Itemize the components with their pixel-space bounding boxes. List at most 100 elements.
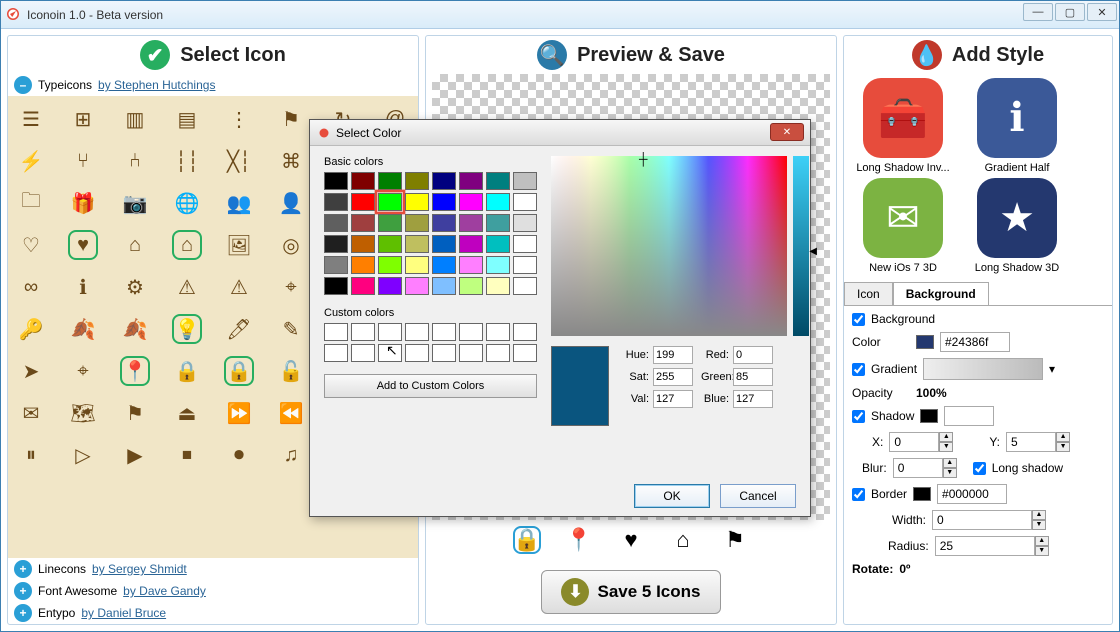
icon-cell[interactable]: ⏺ (224, 440, 254, 470)
spin-up[interactable]: ▲ (1035, 536, 1049, 546)
icon-cell[interactable]: ℹ (68, 272, 98, 302)
preview-icon[interactable]: 🔒 (513, 526, 541, 554)
icon-cell[interactable]: ⌖ (276, 272, 306, 302)
blue-input[interactable] (733, 390, 773, 408)
border-color-swatch[interactable] (913, 487, 931, 501)
icon-cell[interactable]: ⋮ (224, 104, 254, 134)
basic-color-swatch[interactable] (486, 277, 510, 295)
spin-down[interactable]: ▼ (1032, 520, 1046, 530)
tab-icon[interactable]: Icon (844, 282, 893, 305)
icon-cell[interactable]: ♥ (68, 230, 98, 260)
custom-color-swatch[interactable] (405, 323, 429, 341)
style-preset[interactable]: ★Long Shadow 3D (962, 178, 1072, 274)
preview-icon[interactable]: ⌂ (669, 526, 697, 554)
basic-color-swatch[interactable] (486, 172, 510, 190)
basic-color-swatch[interactable] (513, 214, 537, 232)
basic-color-swatch[interactable] (405, 214, 429, 232)
iconset-author-link[interactable]: by Stephen Hutchings (98, 78, 215, 92)
basic-color-swatch[interactable] (432, 235, 456, 253)
icon-cell[interactable]: 🗺 (68, 398, 98, 428)
basic-color-swatch[interactable] (378, 193, 402, 211)
custom-color-swatch[interactable] (432, 344, 456, 362)
icon-cell[interactable]: 🖊 (224, 314, 254, 344)
style-preset[interactable]: 🧰Long Shadow Inv... (848, 78, 958, 174)
basic-color-swatch[interactable] (459, 214, 483, 232)
spin-up[interactable]: ▲ (1056, 432, 1070, 442)
preview-icon[interactable]: 📍 (565, 526, 593, 554)
icon-cell[interactable]: ▤ (172, 104, 202, 134)
ok-button[interactable]: OK (634, 484, 710, 508)
icon-cell[interactable]: 💡 (172, 314, 202, 344)
sat-input[interactable] (653, 368, 693, 386)
icon-cell[interactable]: ⌂ (172, 230, 202, 260)
basic-color-swatch[interactable] (405, 277, 429, 295)
basic-color-swatch[interactable] (324, 172, 348, 190)
basic-color-swatch[interactable] (405, 235, 429, 253)
icon-cell[interactable]: ⚑ (120, 398, 150, 428)
icon-cell[interactable]: ⚠ (172, 272, 202, 302)
save-button[interactable]: ⬇ Save 5 Icons (541, 570, 721, 614)
icon-cell[interactable]: ⏪ (276, 398, 306, 428)
style-preset[interactable]: ✉New iOs 7 3D (848, 178, 958, 274)
basic-color-swatch[interactable] (513, 193, 537, 211)
shadow-checkbox[interactable] (852, 410, 865, 423)
basic-color-swatch[interactable] (486, 256, 510, 274)
background-checkbox[interactable] (852, 313, 865, 326)
shadow-color-swatch[interactable] (920, 409, 938, 423)
preview-icon[interactable]: ⚑ (721, 526, 749, 554)
color-gradient-field[interactable]: ┼ (551, 156, 787, 336)
basic-color-swatch[interactable] (432, 214, 456, 232)
basic-color-swatch[interactable] (324, 256, 348, 274)
basic-color-swatch[interactable] (513, 235, 537, 253)
icon-cell[interactable]: ⌂ (120, 230, 150, 260)
basic-color-swatch[interactable] (432, 193, 456, 211)
icon-cell[interactable]: ⏸ (16, 440, 46, 470)
basic-color-swatch[interactable] (513, 277, 537, 295)
basic-color-swatch[interactable] (378, 256, 402, 274)
icon-cell[interactable]: ⌖ (68, 356, 98, 386)
icon-cell[interactable]: ✎ (276, 314, 306, 344)
add-to-custom-button[interactable]: Add to Custom Colors (324, 374, 537, 398)
spin-down[interactable]: ▼ (1035, 546, 1049, 556)
color-hex-input[interactable] (940, 332, 1010, 352)
icon-cell[interactable]: 🔒 (172, 356, 202, 386)
basic-color-swatch[interactable] (378, 235, 402, 253)
basic-color-swatch[interactable] (459, 277, 483, 295)
blur-input[interactable] (893, 458, 943, 478)
icon-cell[interactable]: 🖼 (224, 230, 254, 260)
tab-background[interactable]: Background (893, 282, 989, 305)
basic-color-swatch[interactable] (351, 172, 375, 190)
icon-cell[interactable]: ∞ (16, 272, 46, 302)
basic-color-swatch[interactable] (432, 256, 456, 274)
spin-up[interactable]: ▲ (943, 458, 957, 468)
border-hex-input[interactable] (937, 484, 1007, 504)
basic-color-swatch[interactable] (486, 193, 510, 211)
icon-cell[interactable]: ✉ (16, 398, 46, 428)
basic-color-swatch[interactable] (351, 256, 375, 274)
shadow-y-input[interactable] (1006, 432, 1056, 452)
green-input[interactable] (733, 368, 773, 386)
custom-color-swatch[interactable] (324, 323, 348, 341)
basic-color-swatch[interactable] (405, 256, 429, 274)
custom-color-swatch[interactable] (459, 323, 483, 341)
basic-color-swatch[interactable] (378, 277, 402, 295)
custom-color-swatch[interactable] (513, 323, 537, 341)
icon-cell[interactable]: ➤ (16, 356, 46, 386)
cancel-button[interactable]: Cancel (720, 484, 796, 508)
custom-color-swatch[interactable] (351, 344, 375, 362)
icon-cell[interactable]: ⑂ (68, 146, 98, 176)
spin-up[interactable]: ▲ (939, 432, 953, 442)
basic-color-swatch[interactable] (459, 235, 483, 253)
icon-cell[interactable]: 🔒 (224, 356, 254, 386)
basic-color-swatch[interactable] (324, 277, 348, 295)
icon-cell[interactable]: ⊞ (68, 104, 98, 134)
border-width-input[interactable] (932, 510, 1032, 530)
icon-cell[interactable]: 🔑 (16, 314, 46, 344)
dialog-close-button[interactable]: ✕ (770, 123, 804, 141)
icon-cell[interactable]: ⏏ (172, 398, 202, 428)
custom-color-swatch[interactable] (513, 344, 537, 362)
custom-color-swatch[interactable] (486, 344, 510, 362)
basic-color-swatch[interactable] (513, 172, 537, 190)
icon-cell[interactable]: ╳┆ (224, 146, 254, 176)
custom-color-swatch[interactable] (378, 323, 402, 341)
